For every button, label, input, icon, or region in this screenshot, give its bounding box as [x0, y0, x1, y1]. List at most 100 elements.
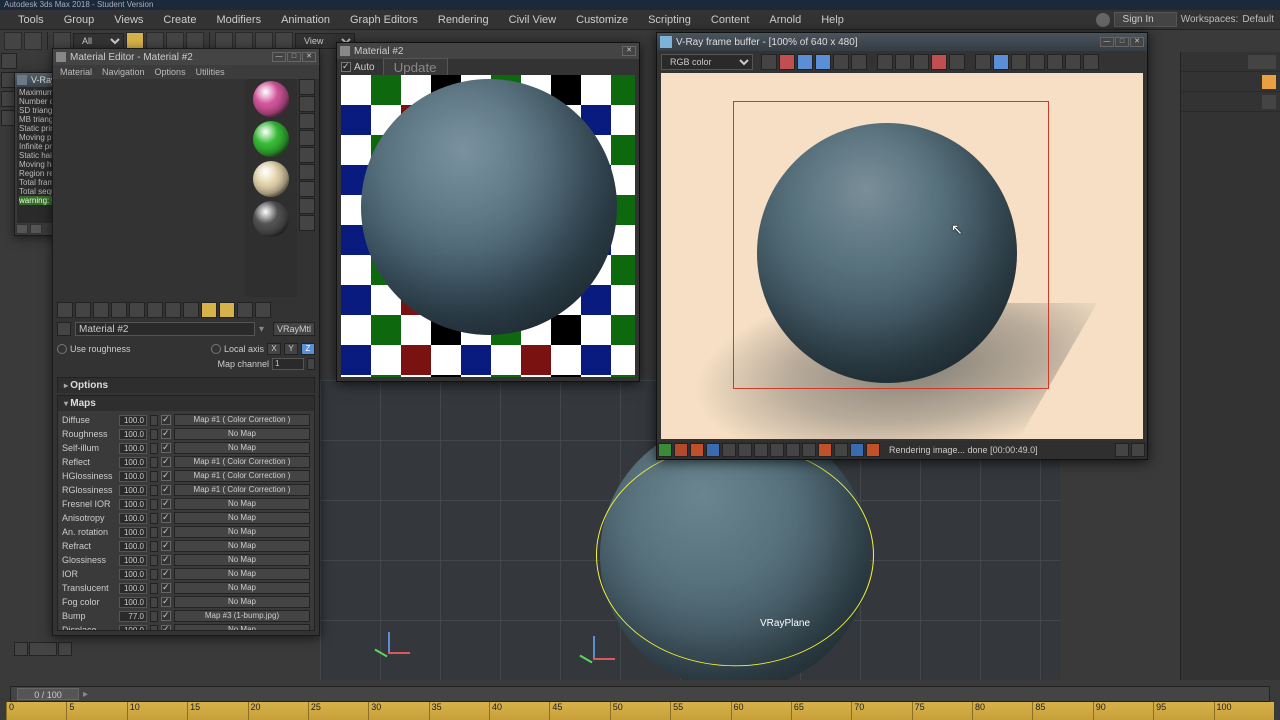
status-btn[interactable] [722, 443, 736, 457]
ruler-tick[interactable]: 80 [972, 702, 1032, 720]
vfb-titlebar[interactable]: V-Ray frame buffer - [100% of 640 x 480]… [657, 33, 1147, 51]
vfb-expand-button[interactable] [1131, 443, 1145, 457]
map-amount[interactable]: 100.0 [119, 513, 147, 524]
assign-button[interactable] [93, 302, 109, 318]
map-enable-checkbox[interactable] [161, 541, 171, 551]
mated-close[interactable]: ✕ [302, 52, 316, 62]
axis-z-button[interactable]: Z [301, 343, 315, 355]
map-amount[interactable]: 100.0 [119, 555, 147, 566]
vfb-g-button[interactable] [797, 54, 813, 70]
panel-icon[interactable] [1248, 55, 1262, 69]
map-enable-checkbox[interactable] [161, 429, 171, 439]
ruler-tick[interactable]: 95 [1153, 702, 1213, 720]
map-slot-button[interactable]: Map #3 (1-bump.jpg) [174, 610, 310, 622]
ruler-tick[interactable]: 65 [791, 702, 851, 720]
menu-civil-view[interactable]: Civil View [499, 12, 566, 28]
make-unique-button[interactable] [147, 302, 163, 318]
map-spinner[interactable] [150, 597, 158, 608]
map-enable-checkbox[interactable] [161, 555, 171, 565]
ruler-tick[interactable]: 20 [248, 702, 308, 720]
map-amount[interactable]: 100.0 [119, 527, 147, 538]
ruler-tick[interactable]: 10 [127, 702, 187, 720]
go-forward-button[interactable] [255, 302, 271, 318]
menu-help[interactable]: Help [811, 12, 854, 28]
play-icon[interactable]: ▸ [83, 689, 93, 699]
sample-slot-4[interactable] [253, 201, 289, 237]
map-slot-button[interactable]: No Map [174, 540, 310, 552]
ruler-tick[interactable]: 85 [1032, 702, 1092, 720]
map-amount[interactable]: 100.0 [119, 485, 147, 496]
status-btn[interactable] [802, 443, 816, 457]
map-spinner[interactable] [150, 415, 158, 426]
workspace-value[interactable]: Default [1242, 14, 1274, 25]
options-button[interactable] [299, 181, 315, 197]
map-spinner[interactable] [150, 443, 158, 454]
map-slot-button[interactable]: No Map [174, 582, 310, 594]
map-enable-checkbox[interactable] [161, 457, 171, 467]
vfb-b-button[interactable] [815, 54, 831, 70]
map-slot-button[interactable]: Map #1 ( Color Correction ) [174, 484, 310, 496]
status-h-button[interactable] [818, 443, 832, 457]
vfb-minimize[interactable]: — [1100, 37, 1114, 47]
use-roughness-radio[interactable] [57, 344, 67, 354]
map-spinner[interactable] [150, 499, 158, 510]
show-end-result-button[interactable] [219, 302, 235, 318]
channel-dropdown[interactable]: RGB color [661, 54, 753, 70]
map-spinner[interactable] [150, 471, 158, 482]
vp-next-button[interactable] [58, 642, 72, 656]
ruler-tick[interactable]: 40 [489, 702, 549, 720]
map-slot-button[interactable]: Map #1 ( Color Correction ) [174, 414, 310, 426]
vfb-copy-button[interactable] [895, 54, 911, 70]
material-editor-window[interactable]: Material Editor - Material #2 — □ ✕ Mate… [52, 48, 320, 636]
status-btn[interactable] [834, 443, 848, 457]
status-stop[interactable] [674, 443, 688, 457]
vfb-clear-button[interactable] [913, 54, 929, 70]
menu-rendering[interactable]: Rendering [428, 12, 499, 28]
vfb-compare-button[interactable] [1029, 54, 1045, 70]
map-amount[interactable]: 100.0 [119, 541, 147, 552]
ruler-tick[interactable]: 30 [368, 702, 428, 720]
mated-maximize[interactable]: □ [287, 52, 301, 62]
map-spinner[interactable] [150, 555, 158, 566]
sample-uv-button[interactable] [299, 130, 315, 146]
background-button[interactable] [299, 113, 315, 129]
map-channel-spinner[interactable]: 1 [272, 358, 304, 370]
map-spinner[interactable] [150, 527, 158, 538]
sample-slot-2[interactable] [253, 121, 289, 157]
make-preview-button[interactable] [299, 164, 315, 180]
status-btn[interactable] [770, 443, 784, 457]
map-spinner[interactable] [150, 541, 158, 552]
map-slot-button[interactable]: No Map [174, 498, 310, 510]
map-enable-checkbox[interactable] [161, 443, 171, 453]
status-btn[interactable] [754, 443, 768, 457]
map-slot-button[interactable]: No Map [174, 568, 310, 580]
map-slot-button[interactable]: No Map [174, 512, 310, 524]
ruler-tick[interactable]: 15 [187, 702, 247, 720]
scroll-thumb[interactable] [30, 224, 42, 234]
map-slot-button[interactable]: No Map [174, 624, 310, 631]
redo-button[interactable] [24, 32, 42, 50]
time-slider[interactable]: 0 / 100 ▸ [10, 686, 1270, 702]
map-enable-checkbox[interactable] [161, 597, 171, 607]
map-spinner[interactable] [150, 485, 158, 496]
panel-icon[interactable] [1262, 55, 1276, 69]
menu-modifiers[interactable]: Modifiers [206, 12, 271, 28]
matpre-close[interactable]: ✕ [622, 46, 636, 56]
vray-framebuffer-window[interactable]: V-Ray frame buffer - [100% of 640 x 480]… [656, 32, 1148, 460]
map-amount[interactable]: 100.0 [119, 499, 147, 510]
mated-menu-navigation[interactable]: Navigation [98, 67, 149, 77]
menu-scripting[interactable]: Scripting [638, 12, 701, 28]
map-spinner[interactable] [150, 611, 158, 622]
ruler-tick[interactable]: 0 [6, 702, 66, 720]
menu-views[interactable]: Views [104, 12, 153, 28]
map-amount[interactable]: 100.0 [119, 569, 147, 580]
vfb-settings-button[interactable] [1083, 54, 1099, 70]
menu-customize[interactable]: Customize [566, 12, 638, 28]
make-copy-button[interactable] [129, 302, 145, 318]
vfb-lens-button[interactable] [1047, 54, 1063, 70]
menu-create[interactable]: Create [153, 12, 206, 28]
menu-group[interactable]: Group [54, 12, 105, 28]
map-spinner[interactable] [150, 429, 158, 440]
ruler-tick[interactable]: 75 [912, 702, 972, 720]
sample-type-button[interactable] [299, 79, 315, 95]
